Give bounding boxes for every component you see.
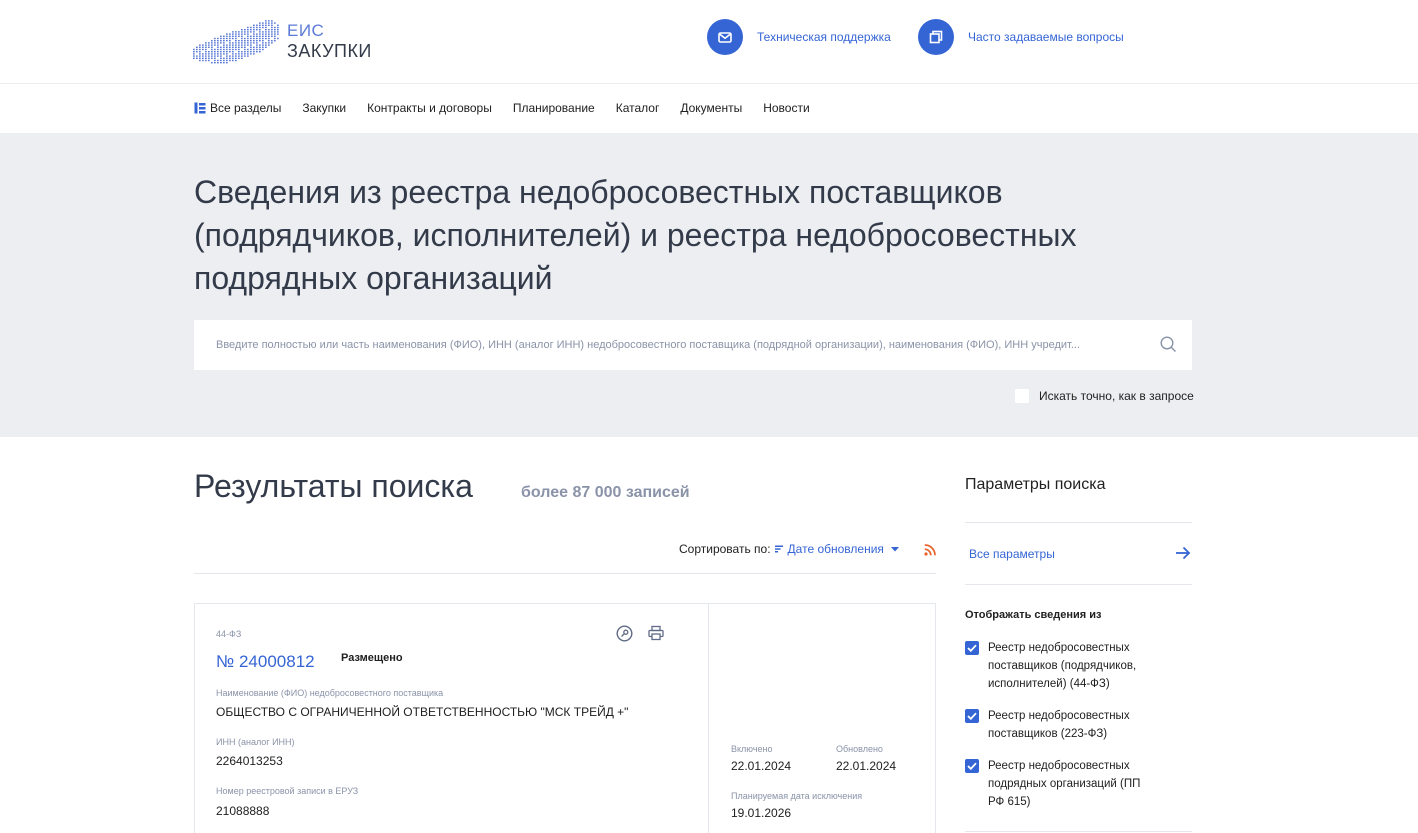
page-title: Сведения из реестра недобросовестных пос…	[194, 174, 1077, 296]
sections-tree-icon	[194, 102, 206, 114]
sort-lines-icon	[774, 545, 783, 553]
checkbox-checked-icon[interactable]	[965, 641, 979, 655]
site-header: ЕИС ЗАКУПКИ Техническая поддержка Часто …	[0, 0, 1418, 84]
planned-exclusion-label: Планируемая дата исключения	[731, 791, 863, 801]
nav-contracts[interactable]: Контракты и договоры	[367, 101, 492, 115]
chevron-down-icon[interactable]	[890, 546, 899, 552]
all-params-link[interactable]: Все параметры	[969, 547, 1055, 561]
divider	[194, 573, 936, 574]
checkbox-checked-icon[interactable]	[965, 709, 979, 723]
divider	[965, 522, 1192, 523]
nav-purchases[interactable]: Закупки	[302, 101, 346, 115]
updated-value: 22.01.2024	[836, 759, 897, 773]
print-icon[interactable]	[648, 625, 664, 647]
faq-windows-icon	[918, 19, 954, 55]
nav-catalog[interactable]: Каталог	[616, 101, 660, 115]
faq-label: Часто задаваемые вопросы	[968, 30, 1124, 44]
included-value: 22.01.2024	[731, 759, 792, 773]
support-label: Техническая поддержка	[757, 30, 891, 44]
option-44fz[interactable]: Реестр недобросовестных поставщиков (под…	[965, 639, 1192, 693]
eruz-value: 21088888	[216, 804, 270, 818]
checkbox-checked-icon[interactable]	[965, 759, 979, 773]
main-nav: Все разделы Закупки Контракты и договоры…	[0, 85, 1418, 133]
planned-exclusion-value: 19.01.2026	[731, 806, 792, 820]
eis-logo[interactable]: ЕИС ЗАКУПКИ	[193, 18, 372, 64]
display-from-title: Отображать сведения из	[965, 609, 1102, 621]
result-card: 44-ФЗ № 24000812 Размещено Наименование …	[194, 603, 936, 833]
checkbox-box	[1015, 389, 1029, 403]
search-icon[interactable]	[1160, 336, 1177, 358]
rss-icon[interactable]	[924, 543, 936, 561]
key-icon[interactable]	[616, 625, 633, 647]
logo-line2: ЗАКУПКИ	[287, 41, 372, 61]
status-badge: Размещено	[341, 652, 403, 664]
logo-text: ЕИС ЗАКУПКИ	[287, 21, 372, 61]
exact-match-label: Искать точно, как в запросе	[1039, 389, 1194, 403]
results-count: более 87 000 записей	[521, 484, 690, 501]
nav-label: Все разделы	[210, 101, 282, 115]
sort-control: Сортировать по: Дате обновления	[679, 542, 899, 556]
nav-all-sections[interactable]: Все разделы	[194, 101, 281, 115]
inn-label: ИНН (аналог ИНН)	[216, 737, 295, 747]
russia-map-logo-icon	[193, 20, 279, 64]
updated-label: Обновлено	[836, 744, 883, 754]
hero-section: Сведения из реестра недобросовестных пос…	[0, 133, 1418, 437]
inn-value: 2264013253	[216, 754, 283, 768]
option-pp615[interactable]: Реестр недобросовестных подрядных органи…	[965, 757, 1192, 811]
card-separator	[708, 604, 709, 833]
registry-number-link[interactable]: № 24000812	[216, 652, 315, 672]
included-label: Включено	[731, 744, 773, 754]
name-value: ОБЩЕСТВО С ОГРАНИЧЕННОЙ ОТВЕТСТВЕННОСТЬЮ…	[216, 705, 629, 719]
logo-line1: ЕИС	[287, 21, 325, 40]
law-tag: 44-ФЗ	[216, 629, 242, 639]
faq-link[interactable]: Часто задаваемые вопросы	[918, 19, 1124, 55]
nav-documents[interactable]: Документы	[680, 101, 742, 115]
option-223fz[interactable]: Реестр недобросовестных поставщиков (223…	[965, 707, 1192, 743]
eruz-label: Номер реестровой записи в ЕРУЗ	[216, 786, 359, 796]
nav-news[interactable]: Новости	[763, 101, 809, 115]
exact-match-checkbox[interactable]: Искать точно, как в запросе	[1015, 389, 1194, 403]
support-link[interactable]: Техническая поддержка	[707, 19, 891, 55]
search-box	[194, 320, 1192, 370]
sort-value-dropdown[interactable]: Дате обновления	[788, 542, 884, 556]
search-params-title: Параметры поиска	[965, 476, 1106, 493]
divider	[965, 831, 1192, 832]
option-label: Реестр недобросовестных поставщиков (223…	[988, 710, 1130, 740]
mail-icon	[707, 19, 743, 55]
name-label: Наименование (ФИО) недобросовестного пос…	[216, 688, 444, 698]
nav-planning[interactable]: Планирование	[513, 101, 595, 115]
card-actions	[616, 625, 679, 647]
sort-label: Сортировать по:	[679, 542, 771, 556]
search-input[interactable]	[194, 320, 1154, 370]
option-label: Реестр недобросовестных поставщиков (под…	[988, 642, 1137, 690]
results-title: Результаты поиска	[194, 468, 473, 504]
option-label: Реестр недобросовестных подрядных органи…	[988, 760, 1141, 808]
divider	[965, 584, 1192, 585]
arrow-right-icon[interactable]	[1175, 546, 1191, 565]
